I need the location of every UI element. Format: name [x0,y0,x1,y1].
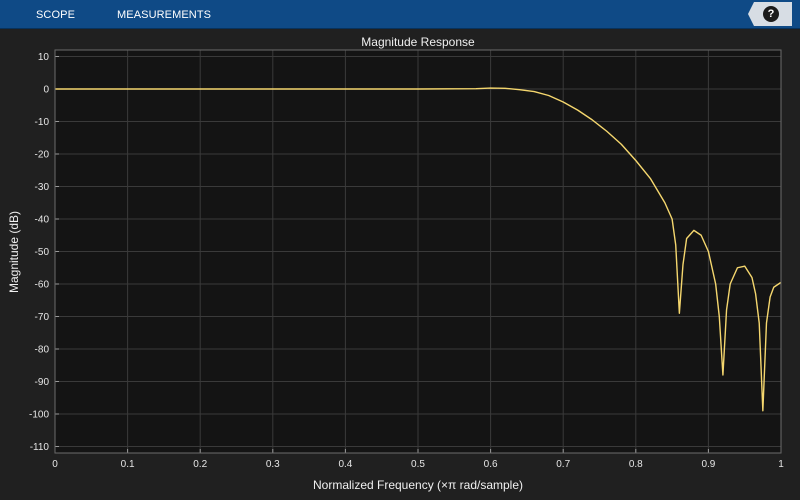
x-tick-label: 0.7 [556,459,570,470]
y-axis-label: Magnitude (dB) [7,211,21,293]
y-tick-label: -110 [30,442,50,453]
y-tick-label: 0 [43,85,49,96]
y-tick-label: -100 [29,410,49,421]
x-axis-label: Normalized Frequency (×π rad/sample) [313,478,523,492]
magnitude-response-plot: 0 0.1 0.2 0.3 0.4 0.5 0.6 0.7 0.8 0.9 1 10 0 -10 -20 -… [0,29,800,500]
toolstrip: SCOPE MEASUREMENTS ? [0,0,800,29]
y-tick-label: 10 [38,52,50,63]
x-tick-label: 0.4 [338,459,352,470]
help-icon[interactable]: ? [763,6,779,22]
x-tick-label: 0.2 [193,459,207,470]
x-tick-label: 0.8 [629,459,643,470]
x-tick-label: 1 [778,459,784,470]
x-tick-label: 0.5 [411,459,425,470]
x-tick-label: 0.3 [266,459,280,470]
help-area: ? [748,2,792,26]
y-tick-label: -60 [35,280,50,291]
y-tick-label: -20 [35,150,50,161]
y-tick-label: -50 [35,247,50,258]
y-tick-label: -90 [35,377,50,388]
y-tick-label: -10 [35,117,50,128]
x-tick-label: 0.6 [484,459,498,470]
y-tick-label: -40 [35,215,50,226]
chart-title: Magnitude Response [361,35,475,49]
x-tick-label: 0 [52,459,58,470]
tab-measurements[interactable]: MEASUREMENTS [113,0,215,28]
x-tick-label: 0.1 [121,459,135,470]
y-tick-label: -30 [35,182,50,193]
y-tick-label: -70 [35,312,50,323]
y-tick-label: -80 [35,345,50,356]
x-tick-label: 0.9 [701,459,715,470]
tab-scope[interactable]: SCOPE [32,0,79,28]
